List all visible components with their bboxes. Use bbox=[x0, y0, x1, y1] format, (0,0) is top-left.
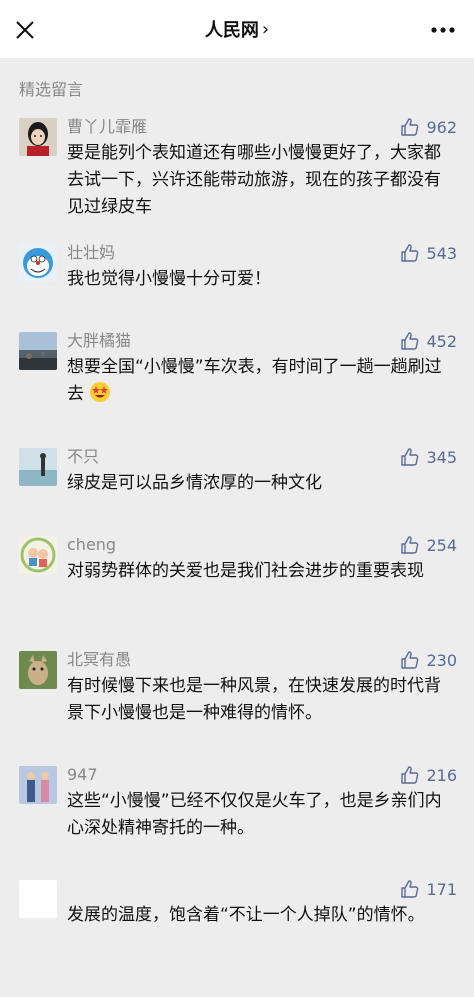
comment-text-container: 想要全国“小慢慢”车次表，有时间了一趟一趟刷过去 bbox=[67, 354, 456, 412]
like-button[interactable]: 216 bbox=[400, 764, 457, 786]
comment-text: 要是能列个表知道还有哪些小慢慢更好了，大家都去试一下，兴许还能带动旅游，现在的孩… bbox=[67, 143, 441, 217]
like-count: 254 bbox=[426, 535, 457, 555]
comment-author[interactable]: 曹丫儿霏雁 bbox=[67, 116, 456, 138]
like-button[interactable]: 543 bbox=[400, 242, 457, 264]
like-count: 543 bbox=[426, 243, 457, 263]
like-count: 452 bbox=[426, 331, 457, 351]
account-title-link[interactable]: 人民网 › bbox=[205, 16, 269, 42]
avatar[interactable] bbox=[19, 766, 57, 804]
comment-text: 我也觉得小慢慢十分可爱！ bbox=[67, 269, 271, 289]
like-count: 216 bbox=[426, 765, 457, 785]
comment-text: 这些“小慢慢”已经不仅仅是火车了，也是乡亲们内心深处精神寄托的一种。 bbox=[67, 791, 442, 838]
section-label: 精选留言 bbox=[19, 80, 84, 99]
like-button[interactable]: 452 bbox=[400, 330, 457, 352]
like-button[interactable]: 171 bbox=[400, 878, 457, 900]
top-bar: 人民网 › bbox=[0, 0, 474, 58]
comment-author[interactable]: 大胖橘猫 bbox=[67, 330, 456, 352]
comment-author[interactable]: 北冥有愚 bbox=[67, 649, 456, 671]
like-count: 171 bbox=[426, 879, 457, 899]
comment-item: 大胖橘猫 452 想要全国“小慢慢”车次表，有时间了一趟一趟刷过去 bbox=[0, 330, 474, 446]
comment-text: 对弱势群体的关爱也是我们社会进步的重要表现 bbox=[67, 561, 424, 581]
comment-list: 曹丫儿霏雁 962 要是能列个表知道还有哪些小慢慢更好了，大家都去试一下，兴许还… bbox=[0, 116, 474, 968]
comment-author[interactable]: cheng bbox=[67, 534, 456, 556]
thumbs-up-icon bbox=[401, 766, 419, 784]
like-count: 962 bbox=[426, 117, 457, 137]
comment-item: 曹丫儿霏雁 962 要是能列个表知道还有哪些小慢慢更好了，大家都去试一下，兴许还… bbox=[0, 116, 474, 242]
comment-text: 绿皮是可以品乡情浓厚的一种文化 bbox=[67, 473, 322, 493]
thumbs-up-icon bbox=[401, 536, 419, 554]
star-struck-emoji-icon bbox=[89, 381, 111, 412]
thumbs-up-icon bbox=[401, 244, 419, 262]
avatar[interactable] bbox=[19, 880, 57, 918]
like-count: 230 bbox=[426, 650, 457, 670]
thumbs-up-icon bbox=[401, 448, 419, 466]
like-button[interactable]: 345 bbox=[400, 446, 457, 468]
thumbs-up-icon bbox=[401, 332, 419, 350]
thumbs-up-icon bbox=[401, 880, 419, 898]
comment-item: 947 216 这些“小慢慢”已经不仅仅是火车了，也是乡亲们内心深处精神寄托的一… bbox=[0, 764, 474, 878]
thumbs-up-icon bbox=[401, 118, 419, 136]
avatar[interactable] bbox=[19, 651, 57, 689]
page-title: 人民网 bbox=[204, 20, 259, 41]
comment-item: 壮壮妈 543 我也觉得小慢慢十分可爱！ bbox=[0, 242, 474, 330]
comment-author[interactable]: 947 bbox=[67, 764, 456, 786]
avatar[interactable] bbox=[19, 118, 57, 156]
avatar[interactable] bbox=[19, 448, 57, 486]
comment-item: 171 发展的温度，饱含着“不让一个人掉队”的情怀。 bbox=[0, 878, 474, 968]
avatar[interactable] bbox=[19, 244, 57, 282]
thumbs-up-icon bbox=[401, 651, 419, 669]
comment-text: 发展的温度，饱含着“不让一个人掉队”的情怀。 bbox=[67, 905, 425, 925]
avatar[interactable] bbox=[19, 332, 57, 370]
comment-item: cheng 254 对弱势群体的关爱也是我们社会进步的重要表现 bbox=[0, 534, 474, 649]
like-count: 345 bbox=[426, 447, 457, 467]
like-button[interactable]: 230 bbox=[400, 649, 457, 671]
comment-author[interactable]: 壮壮妈 bbox=[67, 242, 456, 264]
more-icon[interactable] bbox=[430, 18, 456, 38]
close-icon[interactable] bbox=[14, 19, 36, 41]
comment-author[interactable] bbox=[67, 878, 456, 900]
comment-item: 不只 345 绿皮是可以品乡情浓厚的一种文化 bbox=[0, 446, 474, 534]
comment-text: 想要全国“小慢慢”车次表，有时间了一趟一趟刷过去 bbox=[67, 357, 442, 404]
comment-author[interactable]: 不只 bbox=[67, 446, 456, 468]
comment-text: 有时候慢下来也是一种风景，在快速发展的时代背景下小慢慢也是一种难得的情怀。 bbox=[67, 676, 441, 723]
comment-item: 北冥有愚 230 有时候慢下来也是一种风景，在快速发展的时代背景下小慢慢也是一种… bbox=[0, 649, 474, 764]
chevron-right-icon: › bbox=[261, 18, 270, 40]
avatar[interactable] bbox=[19, 536, 57, 574]
like-button[interactable]: 962 bbox=[400, 116, 457, 138]
like-button[interactable]: 254 bbox=[400, 534, 457, 556]
